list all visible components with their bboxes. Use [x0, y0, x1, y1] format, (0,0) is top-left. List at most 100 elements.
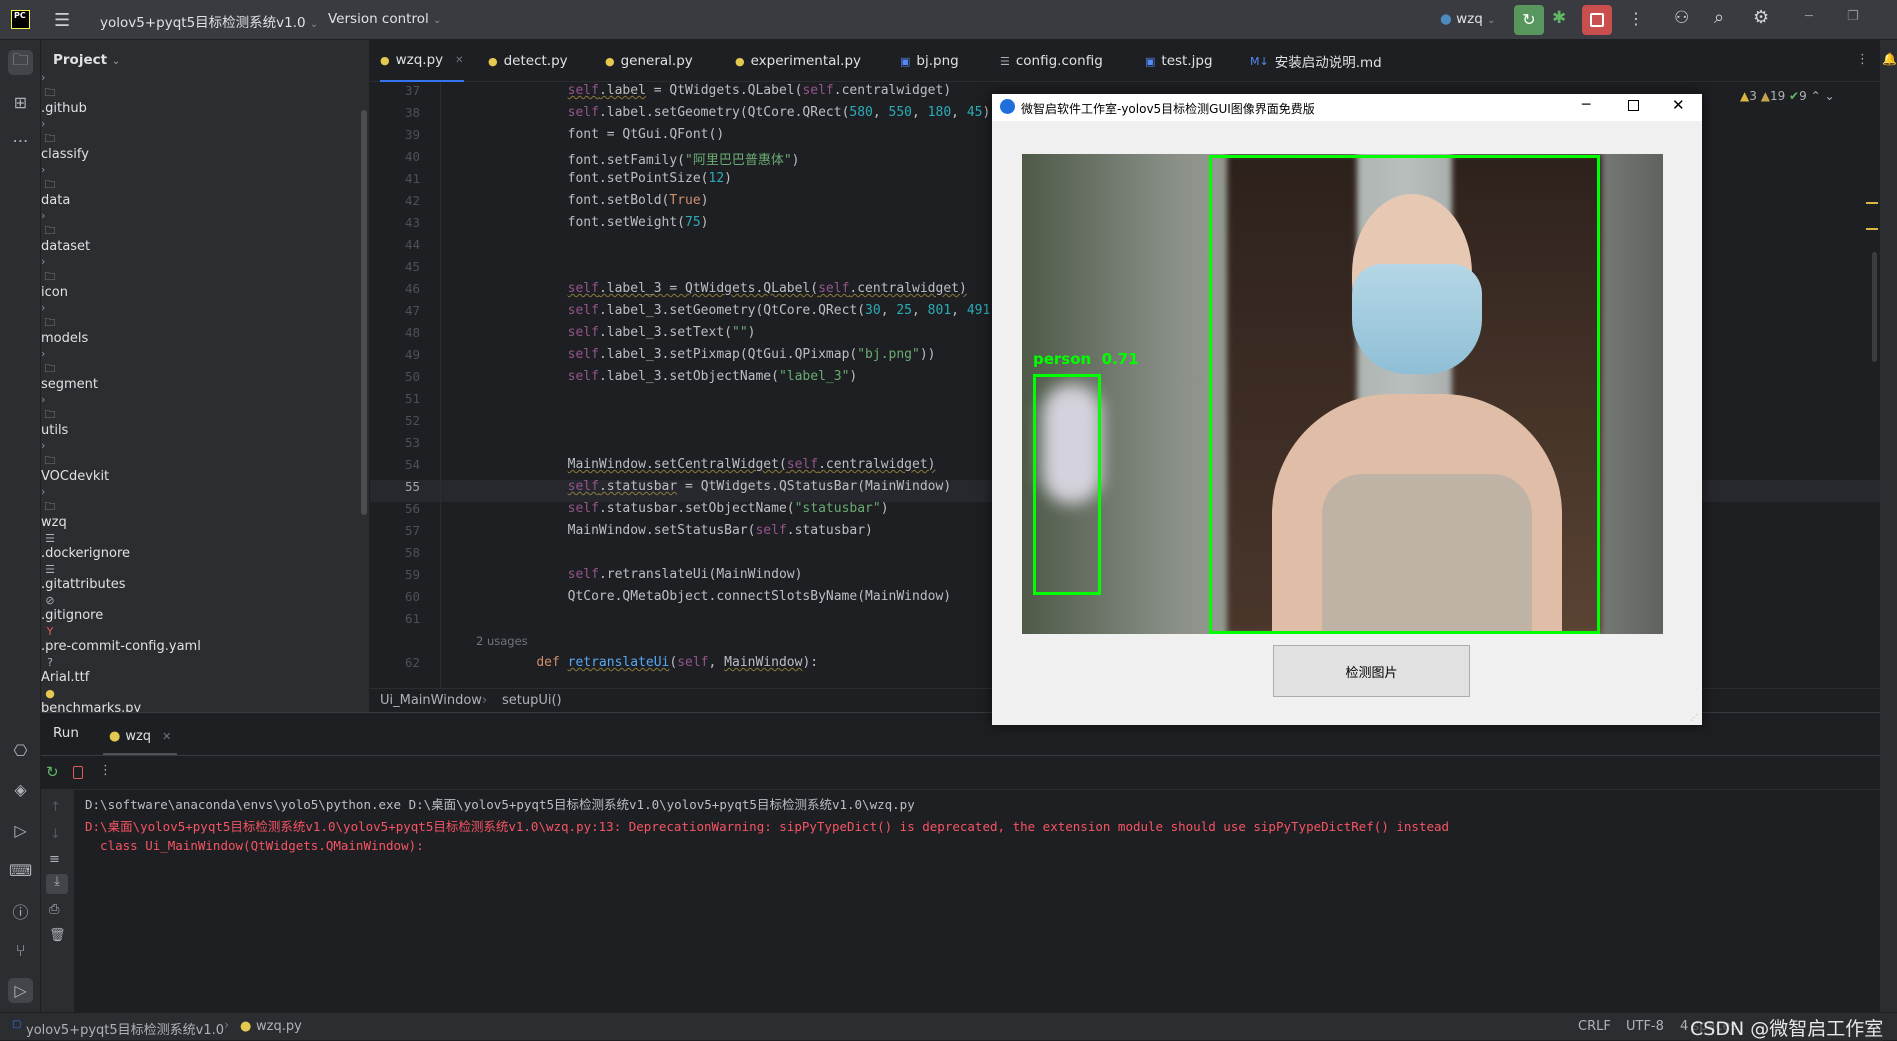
tabs-more-icon[interactable]: ⋮ [1856, 52, 1869, 67]
line-number: 45 [404, 259, 420, 274]
tree-item[interactable]: › 🗀 data [41, 162, 361, 208]
code-token: )) [919, 347, 936, 362]
minimize-button[interactable]: ─ [1805, 9, 1813, 24]
tree-item[interactable]: ● benchmarks.py [41, 685, 361, 713]
project-switcher[interactable]: yolov5+pyqt5目标检测系统v1.0 ⌄ [100, 11, 318, 31]
git-icon[interactable]: ⑂ [8, 938, 33, 963]
python-console-icon[interactable]: ⎔ [8, 738, 33, 763]
more-actions-icon[interactable]: ⋮ [1628, 9, 1644, 28]
run-panel: Run ● wzq ✕ ↻ ⋮ ↑ ↓ ≡ ⤓ ⎙ 🗑 D:\software\an… [41, 712, 1880, 1013]
python-packages-icon[interactable]: ◈ [8, 777, 33, 802]
chevron-right-icon[interactable]: › [41, 439, 45, 452]
chevron-right-icon[interactable]: › [41, 485, 45, 498]
project-panel-title: Project [53, 52, 108, 68]
chevron-right-icon[interactable]: › [41, 347, 45, 360]
gui-minimize-button[interactable]: ─ [1582, 97, 1590, 113]
run-tab-wzq[interactable]: ● wzq ✕ [103, 719, 178, 755]
breadcrumb-method[interactable]: setupUi() [502, 693, 562, 708]
run-tool-icon[interactable]: ▷ [8, 978, 33, 1003]
tree-item[interactable]: › 🗀 dataset [41, 208, 361, 254]
status-project[interactable]: yolov5+pyqt5目标检测系统v1.0 [26, 1019, 224, 1038]
inspections-widget[interactable]: ▲3 ▲19 ✔9 ⌃ ⌄ [1740, 89, 1835, 103]
structure-tool-icon[interactable]: ⊞ [8, 90, 33, 115]
chevron-right-icon[interactable]: › [41, 117, 45, 130]
tree-item[interactable]: › 🗀 models [41, 300, 361, 346]
tree-item[interactable]: › 🗀 .github [41, 70, 361, 116]
tab-config-config[interactable]: ☰ config.config [1000, 40, 1103, 82]
project-panel-header[interactable]: Project ⌄ [53, 52, 120, 68]
code-token: 550 [888, 105, 913, 120]
tree-item[interactable]: Y .pre-commit-config.yaml [41, 623, 361, 655]
more-icon[interactable]: ⋮ [99, 763, 112, 778]
chevron-right-icon[interactable]: › [41, 209, 45, 222]
close-icon[interactable]: ✕ [162, 730, 171, 743]
services-icon[interactable]: ▷ [8, 818, 33, 843]
tree-item[interactable]: ☰ .dockerignore [41, 530, 361, 562]
add-user-icon[interactable]: ⚇ [1674, 8, 1689, 28]
tab-detect-py[interactable]: ● detect.py [488, 40, 568, 82]
rerun-button[interactable]: ↻ [1514, 5, 1544, 35]
terminal-icon[interactable]: ⌨ [8, 858, 33, 883]
vcs-menu[interactable]: Version control ⌄ [328, 11, 441, 27]
problems-icon[interactable]: ⓘ [8, 898, 33, 923]
gui-close-button[interactable]: ✕ [1672, 96, 1685, 114]
next-highlight-icon[interactable]: ⌄ [1824, 89, 1834, 103]
breadcrumb-class[interactable]: Ui_MainWindow [380, 693, 482, 708]
error-stripe-mark[interactable] [1866, 228, 1878, 230]
tree-item[interactable]: › 🗀 wzq [41, 484, 361, 530]
resize-grip-icon[interactable]: ⋰ [1690, 713, 1698, 722]
tree-item[interactable]: › 🗀 segment [41, 346, 361, 392]
project-tool-icon[interactable]: 🗀 [8, 50, 33, 75]
usages-hint[interactable]: 2 usages [476, 634, 528, 648]
file-encoding[interactable]: UTF-8 [1626, 1019, 1664, 1034]
search-icon[interactable]: ⌕ [1714, 7, 1724, 28]
stop-icon [1590, 13, 1604, 27]
tab--------md[interactable]: M↓ 安装启动说明.md [1250, 40, 1382, 82]
run-config-selector[interactable]: ● wzq ⌄ [1440, 11, 1495, 27]
line-separator[interactable]: CRLF [1578, 1019, 1611, 1034]
line-number: 43 [404, 215, 420, 230]
gui-title-bar[interactable]: 微智启软件工作室-yolov5目标检测GUI图像界面免费版 ─ ✕ [992, 94, 1702, 121]
code-token: self [567, 347, 599, 362]
settings-gear-icon[interactable]: ⚙ [1753, 7, 1769, 28]
main-menu-icon[interactable]: ☰ [54, 10, 70, 31]
prev-highlight-icon[interactable]: ⌃ [1811, 89, 1821, 103]
code-token: 75 [685, 215, 701, 230]
detect-image-button[interactable]: 检测图片 [1273, 645, 1470, 697]
close-icon[interactable]: ✕ [455, 55, 463, 66]
chevron-right-icon[interactable]: › [41, 163, 45, 176]
tree-item[interactable]: ⊘ .gitignore [41, 592, 361, 624]
chevron-right-icon[interactable]: › [41, 255, 45, 268]
tree-item[interactable]: › 🗀 utils [41, 392, 361, 438]
stop-button[interactable] [1582, 5, 1612, 35]
line-number: 48 [404, 325, 420, 340]
rerun-icon[interactable]: ↻ [46, 763, 59, 781]
gui-maximize-button[interactable] [1628, 100, 1639, 111]
error-stripe-mark[interactable] [1866, 202, 1878, 204]
editor-scrollbar[interactable] [1872, 252, 1877, 362]
tree-item[interactable]: ? Arial.ttf [41, 654, 361, 686]
console-output[interactable]: D:\software\anaconda\envs\yolo5\python.e… [41, 791, 1880, 991]
chevron-right-icon[interactable]: › [41, 393, 45, 406]
tab-bj-png[interactable]: ▣ bj.png [900, 40, 959, 82]
tab-wzq-py[interactable]: ● wzq.py ✕ [380, 40, 464, 82]
status-file[interactable]: wzq.py [256, 1019, 302, 1034]
notifications-icon[interactable]: 🔔 [1882, 52, 1897, 66]
tree-item-label: models [41, 331, 89, 346]
tree-item[interactable]: › 🗀 classify [41, 116, 361, 162]
tree-item[interactable]: › 🗀 VOCdevkit [41, 438, 361, 484]
debug-button[interactable]: ✱ [1552, 8, 1566, 28]
tab-experimental-py[interactable]: ● experimental.py [735, 40, 861, 82]
stop-icon[interactable] [73, 766, 83, 779]
tree-item[interactable]: › 🗀 icon [41, 254, 361, 300]
chevron-right-icon[interactable]: › [41, 71, 45, 84]
restore-button[interactable]: ❐ [1847, 9, 1859, 24]
tree-scrollbar[interactable] [361, 110, 367, 515]
chevron-right-icon[interactable]: › [41, 301, 45, 314]
python-file-icon: ● [605, 54, 615, 68]
tree-item[interactable]: ☰ .gitattributes [41, 561, 361, 593]
tab-test-jpg[interactable]: ▣ test.jpg [1145, 40, 1213, 82]
more-tools-icon[interactable]: ⋯ [8, 128, 33, 153]
code-token: .statusbar.setObjectName( [598, 501, 795, 516]
tab-general-py[interactable]: ● general.py [605, 40, 693, 82]
